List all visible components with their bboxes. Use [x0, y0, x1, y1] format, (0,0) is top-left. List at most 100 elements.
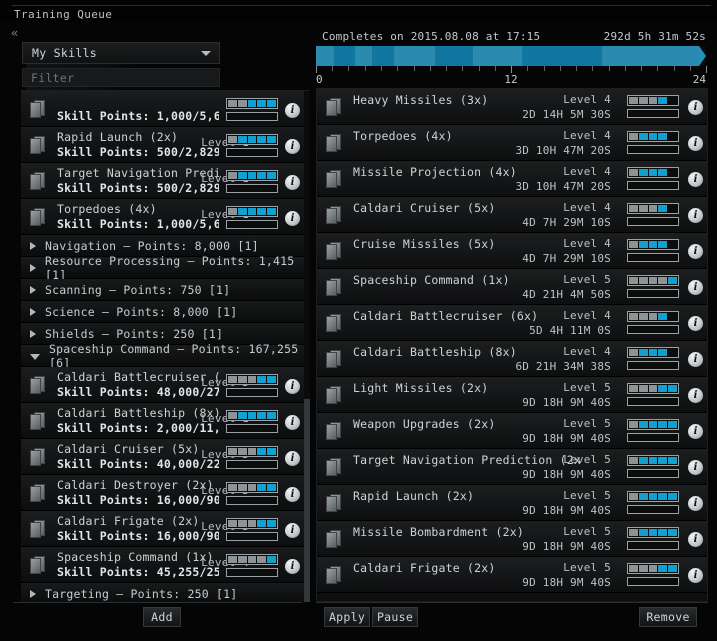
training-queue-window: Training Queue « My Skills Filter Skill … — [0, 0, 717, 641]
queue-row[interactable]: Weapon Upgrades (2x) Level 5 9D 18H 9M 40S… — [317, 413, 707, 449]
info-icon[interactable]: i — [285, 103, 300, 118]
skill-level-bar — [627, 167, 679, 178]
info-icon[interactable]: i — [688, 208, 703, 223]
info-icon[interactable]: i — [688, 424, 703, 439]
queue-skill-time: 9D 18H 9M 40S — [522, 504, 611, 517]
skill-group-label: Targeting – Points: 250 [1] — [45, 586, 238, 601]
level-segment — [638, 421, 648, 428]
info-icon[interactable]: i — [688, 316, 703, 331]
skill-group-row[interactable]: Science – Points: 8,000 [1] — [21, 301, 304, 323]
skill-row[interactable]: Caldari Battleship (8x) Skill Points: 2,0… — [21, 403, 304, 439]
queue-row[interactable]: Missile Projection (4x) Level 4 3D 10H 47M… — [317, 161, 707, 197]
skill-row[interactable]: Torpedoes (4x) Skill Points: 1,000/5,65 Le… — [21, 199, 304, 235]
info-icon[interactable]: i — [285, 139, 300, 154]
skill-book-icon — [30, 376, 46, 395]
info-icon[interactable]: i — [285, 379, 300, 394]
apply-button[interactable]: Apply — [324, 607, 370, 627]
level-segment — [237, 376, 247, 383]
level-segment — [257, 100, 267, 107]
queue-row[interactable]: Caldari Battlecruiser (6x) Level 4 5D 4H 1… — [317, 305, 707, 341]
info-icon[interactable]: i — [285, 415, 300, 430]
queue-list[interactable]: Heavy Missiles (3x) Level 4 2D 14H 5M 30S i… — [316, 88, 708, 602]
skill-level-bar — [627, 95, 679, 106]
queue-row[interactable]: Caldari Frigate (2x) Level 5 9D 18H 9M 40S… — [317, 557, 707, 593]
queue-bar-segment — [354, 46, 373, 66]
queue-row[interactable]: Spaceship Command (1x) Level 5 4D 21H 4M 5… — [317, 269, 707, 305]
skill-group-row[interactable]: Scanning – Points: 750 [1] — [21, 279, 304, 301]
queue-row[interactable]: Rapid Launch (2x) Level 5 9D 18H 9M 40S i — [317, 485, 707, 521]
skill-row[interactable]: Caldari Battlecruiser (6x)Skill Points: … — [21, 367, 304, 403]
info-icon[interactable]: i — [285, 559, 300, 574]
skill-level-bar — [627, 491, 679, 502]
skill-name: Rapid Launch (2x) — [57, 130, 179, 144]
skill-row[interactable]: Caldari Frigate (2x) Skill Points: 16,000… — [21, 511, 304, 547]
pause-button[interactable]: Pause — [372, 607, 418, 627]
info-icon[interactable]: i — [688, 568, 703, 583]
remove-button[interactable]: Remove — [639, 607, 697, 627]
skill-group-row[interactable]: Resource Processing – Points: 1,415 [1] — [21, 254, 304, 282]
skill-filter-input[interactable]: Filter — [22, 68, 220, 87]
level-segment — [247, 208, 257, 215]
skill-level-bar — [226, 482, 278, 493]
skill-level-bar — [627, 131, 679, 142]
queue-row[interactable]: Target Navigation Prediction (2x) Level 5… — [317, 449, 707, 485]
skill-group-row[interactable]: Targeting – Points: 250 [1] — [21, 583, 304, 602]
level-segment — [638, 241, 648, 248]
info-icon[interactable]: i — [688, 136, 703, 151]
skill-group-row[interactable]: Spaceship Command – Points: 167,255 [6] — [21, 342, 304, 370]
level-segment — [658, 421, 668, 428]
info-icon[interactable]: i — [688, 244, 703, 259]
info-icon[interactable]: i — [688, 280, 703, 295]
queue-row[interactable]: Heavy Missiles (3x) Level 4 2D 14H 5M 30S i — [317, 89, 707, 125]
queue-row[interactable]: Caldari Cruiser (5x) Level 4 4D 7H 29M 10S… — [317, 197, 707, 233]
info-icon[interactable]: i — [285, 211, 300, 226]
queue-skill-level: Level 4 — [563, 129, 611, 142]
level-segment — [658, 241, 668, 248]
double-chevron-left-icon[interactable]: « — [11, 27, 27, 41]
info-icon[interactable]: i — [285, 175, 300, 190]
skill-row[interactable]: Skill Points: 1,000/5,65 i — [21, 91, 304, 127]
skill-level-bar — [627, 347, 679, 358]
queue-bar-segment — [473, 46, 523, 66]
queue-row[interactable]: Cruise Missiles (5x) Level 4 4D 7H 29M 10S… — [317, 233, 707, 269]
level-segment — [638, 205, 648, 212]
skill-row[interactable]: Caldari Destroyer (2x) Skill Points: 16,0… — [21, 475, 304, 511]
skills-list[interactable]: Skill Points: 1,000/5,65 i Rapid Launch (2… — [21, 90, 310, 602]
skill-points: Skill Points: 48,000/27 — [57, 385, 219, 399]
skills-list-scrollbar-thumb[interactable] — [304, 399, 310, 602]
skill-level-bar — [226, 134, 278, 145]
skill-book-icon — [326, 278, 342, 297]
skill-book-icon — [326, 458, 342, 477]
skill-points: Skill Points: 16,000/90 — [57, 529, 219, 543]
info-icon[interactable]: i — [285, 523, 300, 538]
queue-row[interactable]: Caldari Battleship (8x) Level 4 6D 21H 34M… — [317, 341, 707, 377]
skill-level-bar — [226, 554, 278, 565]
skill-row[interactable]: Caldari Cruiser (5x) Skill Points: 40,000… — [21, 439, 304, 475]
skill-progress-bar — [226, 424, 278, 433]
info-icon[interactable]: i — [285, 487, 300, 502]
footer-divider-right — [316, 602, 708, 603]
skill-row[interactable]: Spaceship Command (1x) Skill Points: 45,2… — [21, 547, 304, 583]
info-icon[interactable]: i — [688, 460, 703, 475]
skill-row[interactable]: Target Navigation Predict Skill Points: 5… — [21, 163, 304, 199]
skill-level-bar — [226, 206, 278, 217]
axis-tick — [462, 66, 464, 71]
skill-row[interactable]: Rapid Launch (2x) Skill Points: 500/2,829… — [21, 127, 304, 163]
info-icon[interactable]: i — [688, 388, 703, 403]
skill-source-dropdown[interactable]: My Skills — [22, 42, 220, 64]
queue-skill-time: 9D 18H 9M 40S — [522, 396, 611, 409]
queue-skill-name: Cruise Missiles (5x) — [353, 237, 496, 251]
info-icon[interactable]: i — [688, 496, 703, 511]
queue-row[interactable]: Torpedoes (4x) Level 4 3D 10H 47M 20S i — [317, 125, 707, 161]
info-icon[interactable]: i — [688, 352, 703, 367]
add-button[interactable]: Add — [143, 607, 181, 627]
queue-row[interactable]: Light Missiles (2x) Level 5 9D 18H 9M 40S i — [317, 377, 707, 413]
queue-skill-time: 5D 4H 11M 0S — [529, 324, 611, 337]
info-icon[interactable]: i — [688, 532, 703, 547]
info-icon[interactable]: i — [285, 451, 300, 466]
info-icon[interactable]: i — [688, 172, 703, 187]
level-segment — [648, 421, 658, 428]
skills-list-scrollbar[interactable] — [304, 91, 310, 602]
info-icon[interactable]: i — [688, 100, 703, 115]
queue-row[interactable]: Missile Bombardment (2x) Level 5 9D 18H 9M… — [317, 521, 707, 557]
